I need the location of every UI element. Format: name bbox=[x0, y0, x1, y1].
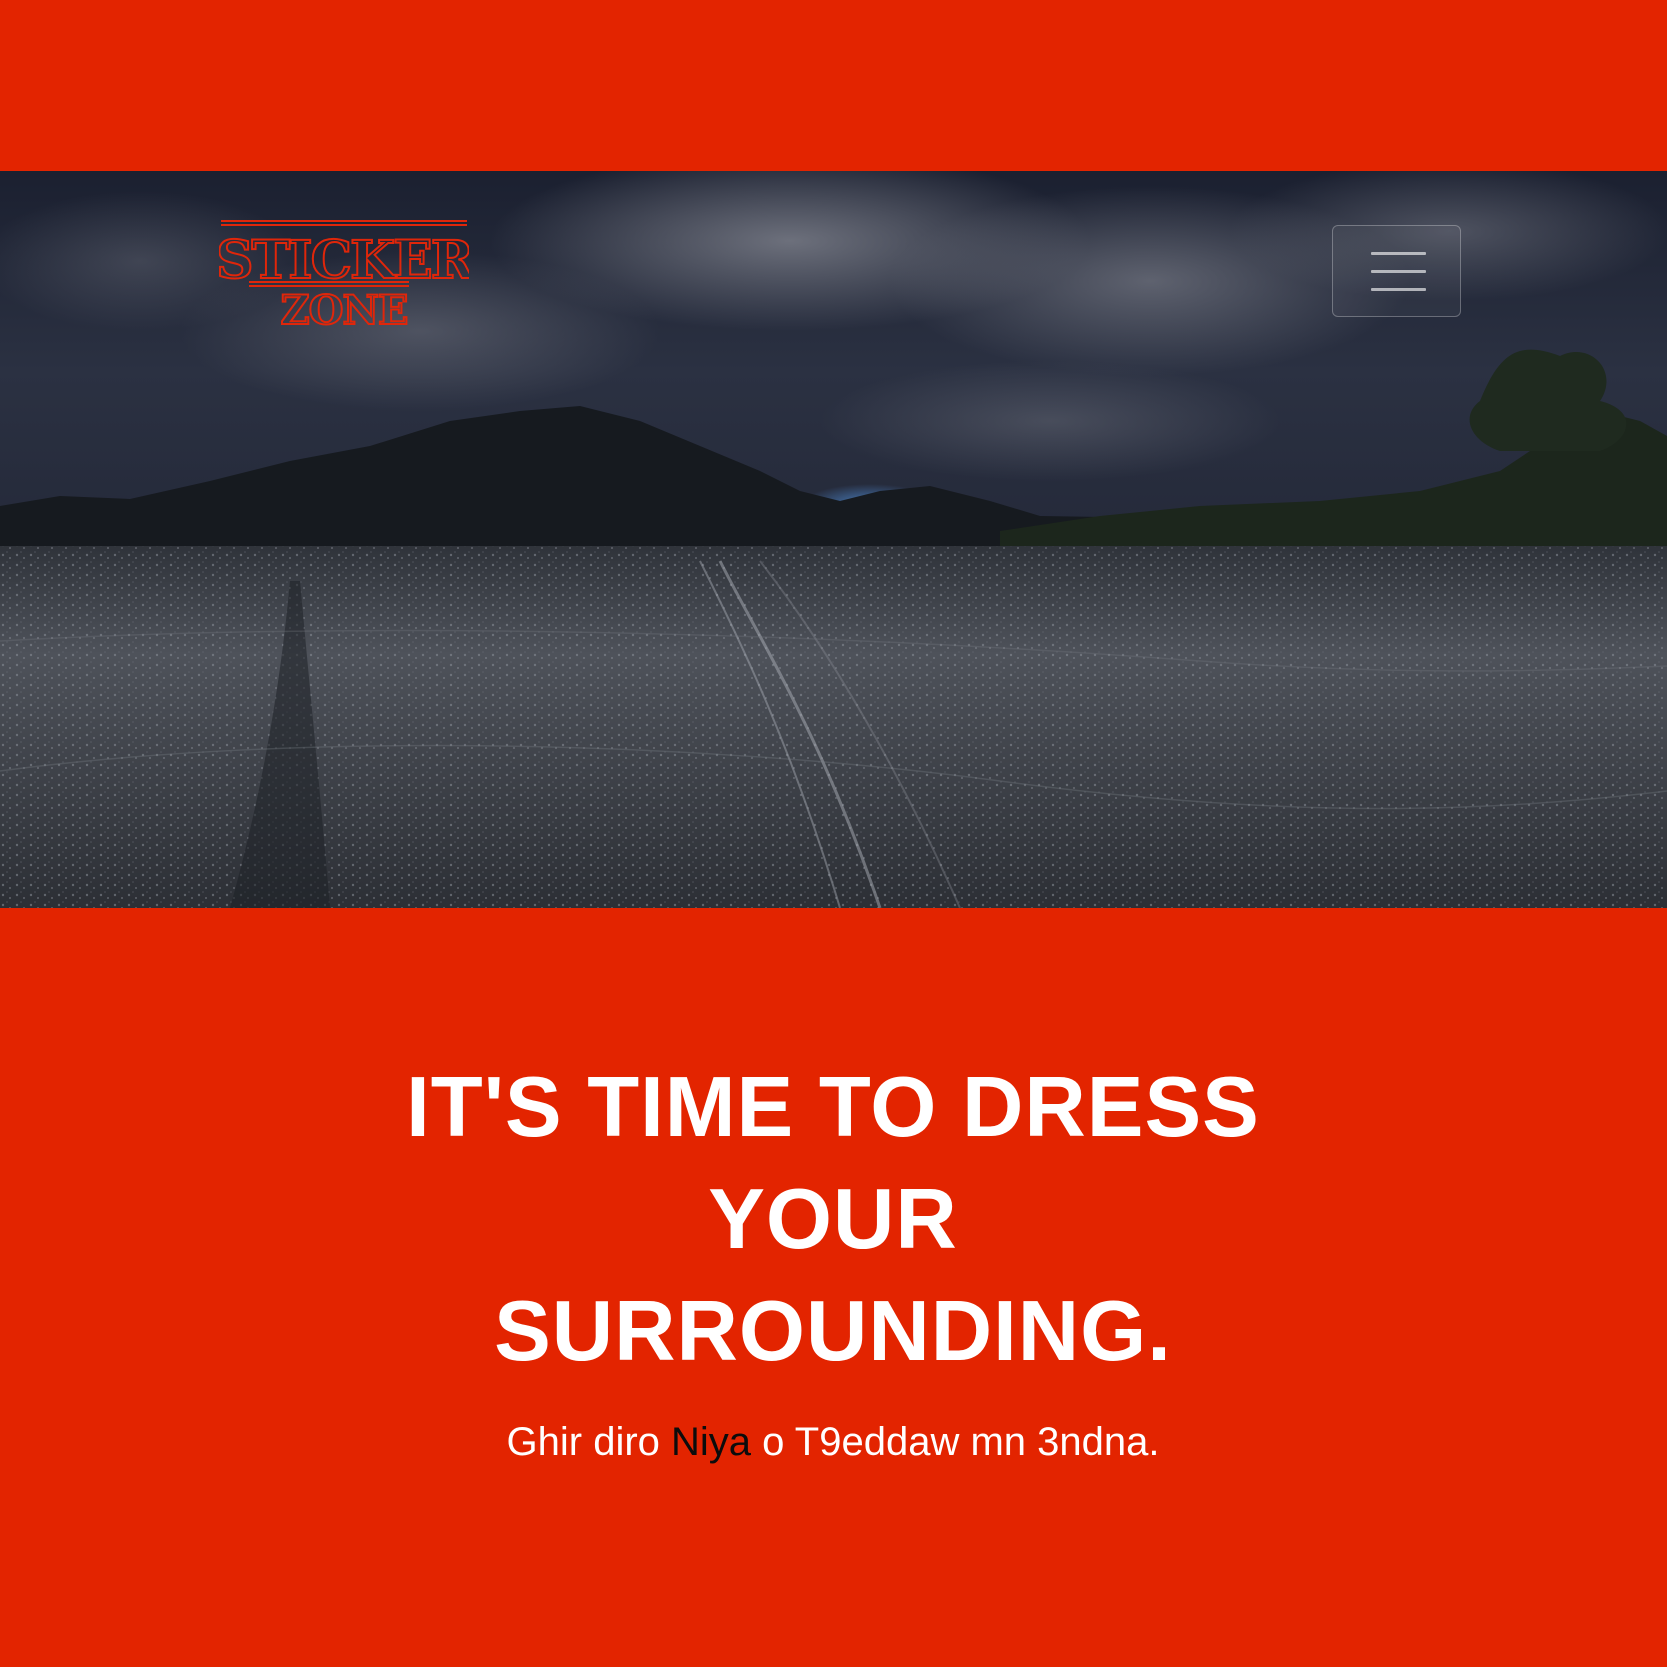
tagline-highlight: Niya bbox=[671, 1420, 752, 1464]
hero-banner: STICKER ZONE bbox=[0, 171, 1667, 908]
page-headline: IT'S TIME TO DRESS YOUR SURROUNDING. bbox=[333, 1052, 1333, 1388]
tagline-start: Ghir diro bbox=[506, 1420, 672, 1464]
tagline: Ghir diro Niya o T9eddaw mn 3ndna. bbox=[233, 1414, 1433, 1470]
hero-text-section: IT'S TIME TO DRESS YOUR SURROUNDING. Ghi… bbox=[0, 908, 1667, 1667]
headline-line-3: SURROUNDING. bbox=[494, 1284, 1172, 1379]
headline-line-1: IT'S TIME TO DRESS bbox=[406, 1060, 1260, 1155]
logo-line-zone: ZONE bbox=[280, 287, 407, 328]
logo-line-sticker: STICKER bbox=[219, 230, 469, 291]
sticker-zone-logo[interactable]: STICKER ZONE bbox=[219, 218, 469, 328]
tagline-end: o T9eddaw mn 3ndna. bbox=[751, 1420, 1160, 1464]
navbar-toggle-button[interactable] bbox=[1332, 225, 1461, 317]
top-band bbox=[0, 0, 1667, 171]
headline-line-2: YOUR bbox=[708, 1172, 958, 1267]
